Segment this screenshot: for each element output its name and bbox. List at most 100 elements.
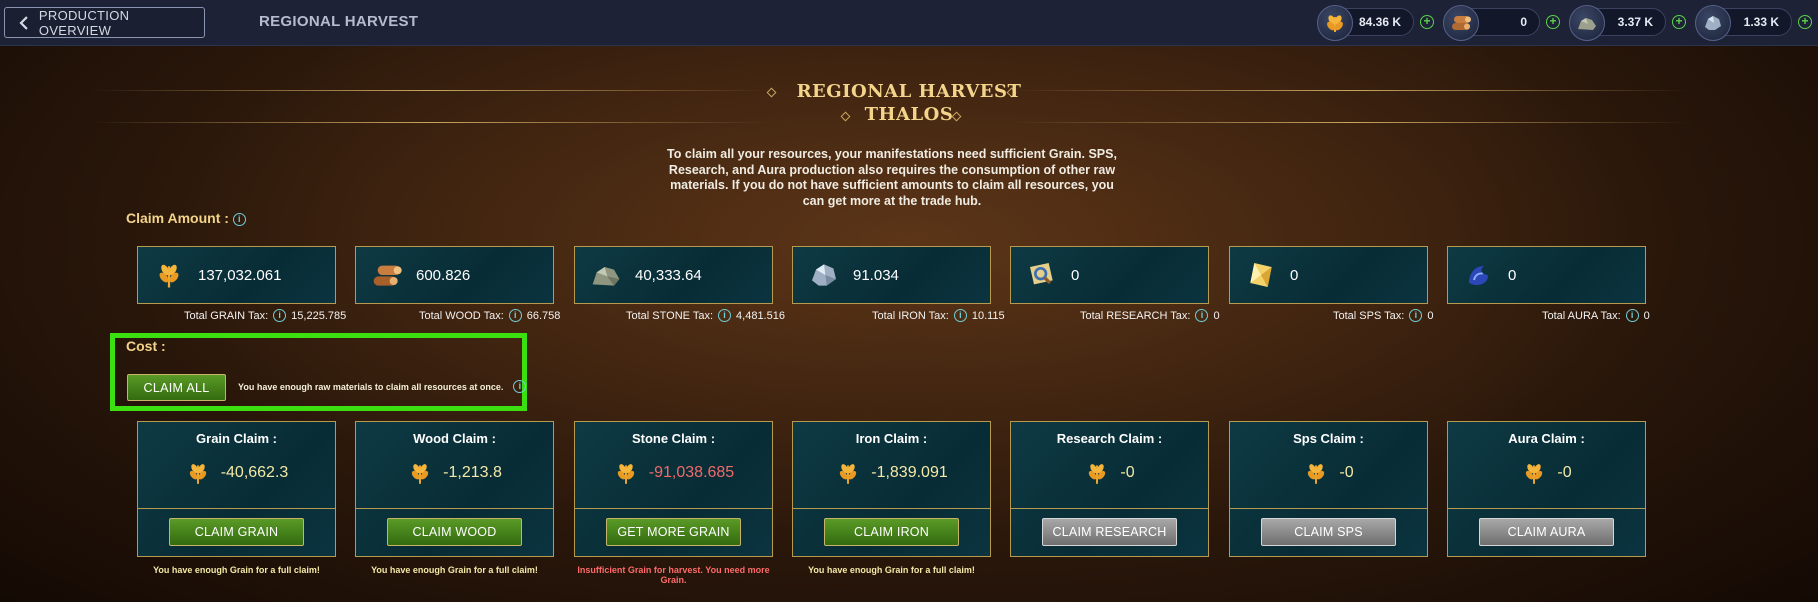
grain-claim-card: Grain Claim : -40,662.3 CLAIM GRAIN (137, 421, 336, 557)
claim-title: Sps Claim : (1293, 431, 1364, 446)
stone-balance: 3.37 K (1569, 5, 1666, 41)
claim-aura-button[interactable]: CLAIM AURA (1479, 518, 1614, 546)
cost-label: Cost : (126, 338, 166, 354)
grain-icon (152, 258, 186, 292)
stone-amount-value: 40,333.64 (635, 266, 702, 284)
tax-value: 15,225.785 (291, 309, 347, 322)
claim-cost: -1,213.8 (356, 460, 553, 486)
research-icon (1025, 258, 1059, 292)
claim-cost: -1,839.091 (793, 460, 990, 486)
iron-amount-value: 91.034 (853, 266, 899, 284)
card-divider (138, 508, 335, 509)
stone-tax: Total STONE Tax: i 4,481.516 (626, 309, 785, 322)
claim-all-button[interactable]: CLAIM ALL (127, 374, 226, 401)
info-icon[interactable]: i (273, 309, 287, 322)
claim-cost: -40,662.3 (138, 460, 335, 486)
tax-value: 0 (1643, 309, 1650, 322)
info-icon[interactable]: i (718, 309, 732, 322)
claim-title: Research Claim : (1056, 431, 1163, 446)
chevron-left-icon (19, 15, 28, 30)
top-bar: PRODUCTION OVERVIEW REGIONAL HARVEST 84.… (0, 0, 1818, 46)
info-icon[interactable]: i (953, 309, 967, 322)
tax-value: 4,481.516 (736, 309, 785, 322)
wood-claim-card: Wood Claim : -1,213.8 CLAIM WOOD (355, 421, 554, 557)
stone-icon (1569, 5, 1605, 41)
grain-icon (411, 464, 429, 484)
grain-icon (1526, 464, 1543, 484)
claim-cost: -0 (1011, 460, 1208, 486)
iron-claim-message: You have enough Grain for a full claim! (808, 565, 975, 575)
claim-title: Stone Claim : (631, 431, 716, 446)
cost-message-text: You have enough raw materials to claim a… (238, 381, 504, 392)
info-icon[interactable]: i (508, 309, 522, 322)
harvest-title: REGIONAL HARVEST THALOS (0, 80, 1818, 126)
add-stone-icon[interactable]: + (1672, 15, 1686, 29)
sps-amount-box: 0 (1229, 246, 1428, 304)
claim-cost-value: -0 (1339, 464, 1354, 481)
aura-amount-box: 0 (1447, 246, 1646, 304)
claim-title: Grain Claim : (196, 431, 277, 446)
wood-balance: 0 (1443, 5, 1540, 41)
iron-balance: 1.33 K (1695, 5, 1792, 41)
card-divider (1230, 508, 1427, 509)
back-label: PRODUCTION OVERVIEW (38, 7, 130, 38)
add-grain-icon[interactable]: + (1420, 15, 1434, 29)
tax-value: 10.115 (971, 309, 1005, 322)
iron-claim-card: Iron Claim : -1,839.091 CLAIM IRON (792, 421, 991, 557)
claim-iron-button[interactable]: CLAIM IRON (824, 518, 959, 546)
card-divider (356, 508, 553, 509)
tax-label: Total SPS Tax: (1333, 309, 1405, 322)
card-divider (793, 508, 990, 509)
claim-grain-button[interactable]: CLAIM GRAIN (169, 518, 304, 546)
tax-label: Total AURA Tax: (1542, 309, 1621, 322)
wood-amount-value: 600.826 (416, 266, 471, 284)
stone-claim-card: Stone Claim : -91,038.685 GET MORE GRAIN (574, 421, 773, 557)
info-icon[interactable]: i (513, 380, 527, 393)
claim-amount-label-text: Claim Amount : (126, 210, 229, 226)
research-tax: Total RESEARCH Tax: i 0 (1080, 309, 1220, 322)
wood-amount-box: 600.826 (355, 246, 554, 304)
iron-icon (1695, 5, 1731, 41)
cost-message: You have enough raw materials to claim a… (238, 380, 527, 393)
info-icon[interactable]: i (1195, 309, 1209, 322)
tax-label: Total GRAIN Tax: (184, 309, 269, 322)
add-iron-icon[interactable]: + (1798, 15, 1812, 29)
info-icon[interactable]: i (1625, 309, 1639, 322)
info-icon[interactable]: i (1409, 309, 1423, 322)
iron-amount-box: 91.034 (792, 246, 991, 304)
grain-balance-value: 84.36 K (1358, 15, 1401, 29)
aura-icon (1462, 258, 1496, 292)
sps-tax: Total SPS Tax: i 0 (1333, 309, 1433, 322)
aura-amount-value: 0 (1508, 266, 1517, 284)
claim-sps-button[interactable]: CLAIM SPS (1261, 518, 1396, 546)
claim-cost-value: -91,038.685 (648, 464, 735, 481)
claim-cost-value: -1,839.091 (871, 464, 948, 481)
production-overview-button[interactable]: PRODUCTION OVERVIEW (4, 7, 205, 38)
claim-research-button[interactable]: CLAIM RESEARCH (1042, 518, 1177, 546)
sps-icon (1244, 258, 1278, 292)
grain-claim-message: You have enough Grain for a full claim! (153, 565, 320, 575)
wood-balance-value: 0 (1520, 15, 1527, 29)
tax-value: 0 (1213, 309, 1220, 322)
grain-icon (617, 464, 634, 484)
card-divider (1011, 508, 1208, 509)
wood-tax: Total WOOD Tax: i 66.758 (419, 309, 560, 322)
grain-balance: 84.36 K (1317, 5, 1414, 41)
claim-cost-value: -40,662.3 (220, 464, 289, 481)
sps-claim-card: Sps Claim : -0 CLAIM SPS (1229, 421, 1428, 557)
info-icon[interactable]: i (232, 212, 246, 226)
grain-icon (1308, 464, 1325, 484)
claim-cost: -0 (1448, 460, 1645, 486)
stone-amount-box: 40,333.64 (574, 246, 773, 304)
tax-label: Total RESEARCH Tax: (1080, 309, 1191, 322)
stone-balance-value: 3.37 K (1617, 15, 1653, 29)
grain-amount-value: 137,032.061 (198, 266, 282, 284)
stone-icon (589, 258, 623, 292)
wood-claim-message: You have enough Grain for a full claim! (371, 565, 538, 575)
claim-wood-button[interactable]: CLAIM WOOD (387, 518, 522, 546)
tax-label: Total WOOD Tax: (419, 309, 504, 322)
aura-claim-card: Aura Claim : -0 CLAIM AURA (1447, 421, 1646, 557)
get-more-grain-button[interactable]: GET MORE GRAIN (606, 518, 741, 546)
add-wood-icon[interactable]: + (1546, 15, 1560, 29)
grain-icon (1089, 464, 1106, 484)
